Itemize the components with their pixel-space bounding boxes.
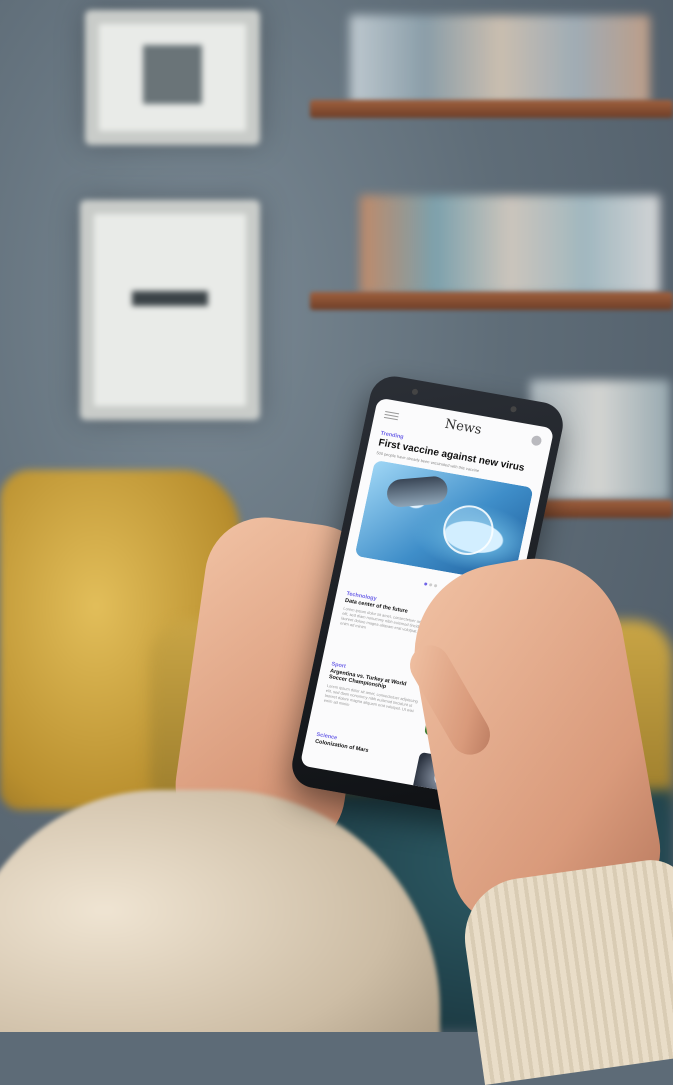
wall-picture-frame-bottom [80,200,260,420]
shelf-books-top [350,15,650,105]
petri-dish-graphic [438,501,499,559]
wall-picture-frame-top [85,10,260,145]
carousel-dot-3[interactable] [433,584,438,588]
shelf-top [310,100,673,118]
shelf-middle [310,292,673,310]
carousel-dot-1[interactable] [423,582,428,586]
shelf-books-middle [360,195,660,295]
carousel-dot-2[interactable] [428,583,433,587]
scientist-visor-graphic [386,475,449,509]
sweater-right-sleeve [457,854,673,1085]
